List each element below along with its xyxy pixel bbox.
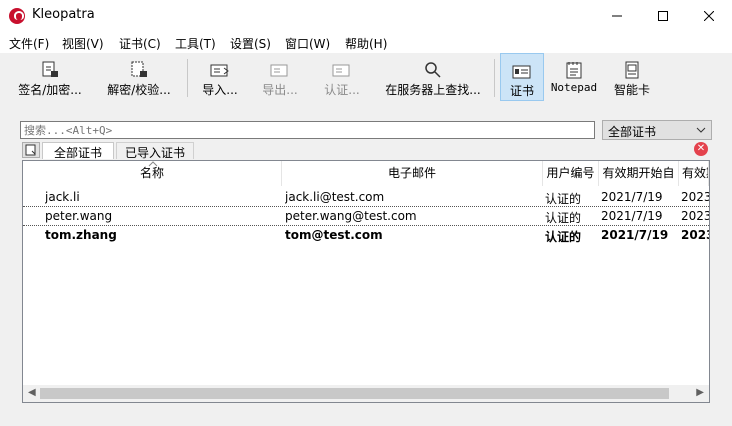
menu-help[interactable]: 帮助(H)	[345, 35, 387, 52]
notepad-icon	[566, 62, 582, 79]
close-icon	[704, 10, 714, 21]
table-row[interactable]: peter.wang peter.wang@test.com 认证的 2021/…	[23, 206, 709, 226]
search-input[interactable]	[20, 121, 595, 139]
certificates-view-button[interactable]: 证书	[500, 53, 544, 101]
minimize-icon	[612, 15, 622, 16]
toolbar-separator	[187, 59, 188, 97]
maximize-button[interactable]	[640, 0, 686, 31]
scroll-left-icon[interactable]: ◀	[28, 387, 36, 398]
close-tab-button[interactable]: ✕	[694, 142, 708, 156]
horizontal-scrollbar[interactable]: ◀ ▶	[23, 385, 709, 402]
menu-window[interactable]: 窗口(W)	[285, 35, 330, 52]
menu-bar: 文件(F) 视图(V) 证书(C) 工具(T) 设置(S) 窗口(W) 帮助(H…	[0, 31, 732, 53]
title-bar: Kleopatra	[0, 0, 732, 31]
import-button[interactable]: 导入...	[196, 53, 244, 101]
toolbar: 签名/加密... 解密/校验... 导入... 导出... 认证... 在服务器…	[0, 53, 732, 103]
certificate-icon	[512, 65, 531, 79]
menu-view[interactable]: 视图(V)	[62, 35, 104, 52]
table-row[interactable]: jack.li jack.li@test.com 认证的 2021/7/19 2…	[23, 188, 709, 208]
column-header-valid-until[interactable]: 有效期	[679, 161, 709, 186]
decrypt-document-icon	[131, 61, 147, 77]
close-icon: ✕	[696, 143, 706, 154]
filter-selected-value: 全部证书	[608, 125, 657, 139]
new-tab-button[interactable]	[22, 142, 40, 158]
column-header-valid-from[interactable]: 有效期开始自	[599, 161, 679, 186]
sign-encrypt-button[interactable]: 签名/加密...	[8, 53, 92, 101]
smartcard-icon	[625, 61, 639, 79]
notepad-button[interactable]: Notepad	[549, 53, 599, 101]
column-header-user-id[interactable]: 用户编号	[543, 161, 599, 186]
export-certificate-icon	[270, 64, 288, 77]
minimize-button[interactable]	[594, 0, 640, 31]
menu-certificates[interactable]: 证书(C)	[119, 35, 161, 52]
scroll-right-icon[interactable]: ▶	[696, 387, 704, 398]
chevron-down-icon	[696, 124, 706, 138]
column-header-email[interactable]: 电子邮件	[282, 161, 543, 186]
maximize-icon	[658, 10, 668, 21]
certify-button[interactable]: 认证...	[316, 53, 368, 101]
menu-settings[interactable]: 设置(S)	[230, 35, 271, 52]
lookup-on-server-button[interactable]: 在服务器上查找...	[378, 53, 488, 101]
certify-icon	[332, 64, 350, 77]
tab-all-certificates[interactable]: 全部证书	[42, 142, 114, 160]
close-button[interactable]	[686, 0, 732, 31]
toolbar-separator	[494, 59, 495, 97]
decrypt-verify-button[interactable]: 解密/校验...	[100, 53, 178, 101]
smartcard-button[interactable]: 智能卡	[608, 53, 656, 101]
menu-tools[interactable]: 工具(T)	[175, 35, 216, 52]
sort-ascending-icon	[148, 161, 158, 167]
table-row[interactable]: tom.zhang tom@test.com 认证的 2021/7/19 202…	[23, 226, 709, 246]
scrollbar-thumb[interactable]	[40, 388, 669, 399]
sign-document-icon	[42, 61, 58, 77]
kleopatra-logo-icon	[9, 8, 25, 24]
menu-file[interactable]: 文件(F)	[9, 35, 49, 52]
table-header: 名称 电子邮件 用户编号 有效期开始自 有效期	[23, 161, 709, 186]
tab-menu-icon	[25, 144, 36, 156]
tab-imported-certificates[interactable]: 已导入证书	[116, 142, 194, 160]
export-button[interactable]: 导出...	[256, 53, 304, 101]
certificate-filter-select[interactable]: 全部证书	[602, 120, 712, 140]
search-icon	[425, 62, 441, 78]
import-certificate-icon	[210, 64, 229, 77]
certificate-table: 名称 电子邮件 用户编号 有效期开始自 有效期 jack.li jack.li@…	[22, 160, 710, 403]
window-title: Kleopatra	[32, 7, 95, 22]
